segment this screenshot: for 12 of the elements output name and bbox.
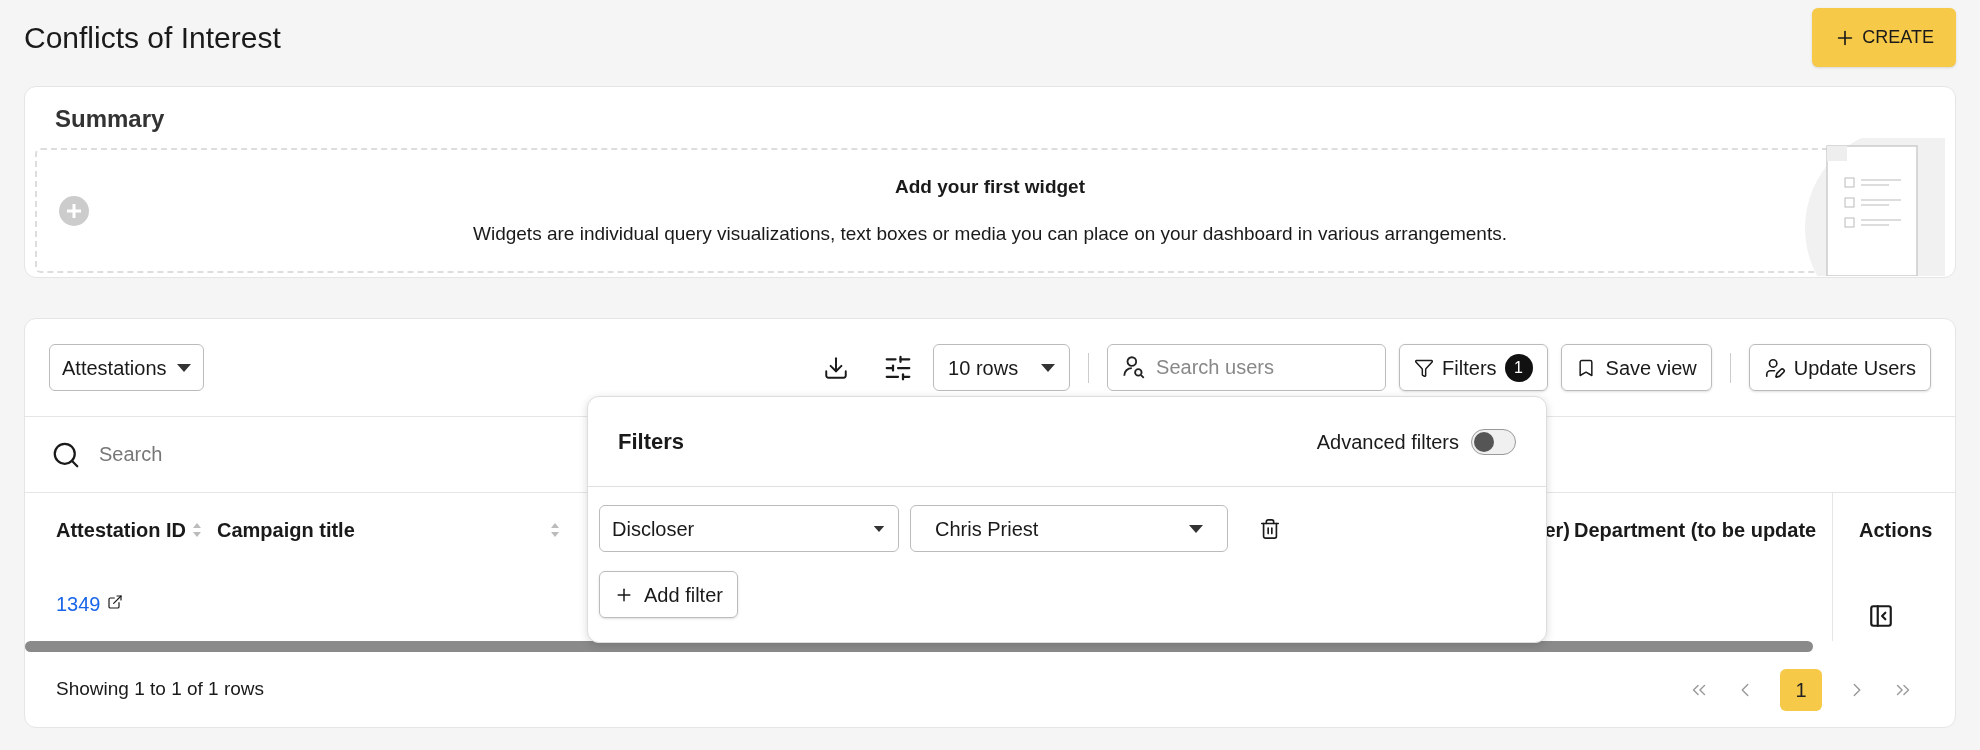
column-header: Campaign title [217,517,355,543]
column-header: Attestation ID [56,517,186,543]
page-title: Conflicts of Interest [24,20,281,56]
filters-title: Filters [618,428,685,456]
column-header: Actions [1859,517,1933,543]
rows-status: Showing 1 to 1 of 1 rows [56,677,265,702]
summary-title: Summary [54,104,166,134]
widget-title: Add your first widget [895,175,1085,199]
filter-count-badge: 1 [1504,353,1533,382]
advanced-filters-label: Advanced filters [1316,429,1459,455]
column-header: Department (to be update [1574,517,1817,543]
widget-description: Widgets are individual query visualizations, text boxes or media you can place on your dashboard in various arrangements. [473,221,1507,246]
